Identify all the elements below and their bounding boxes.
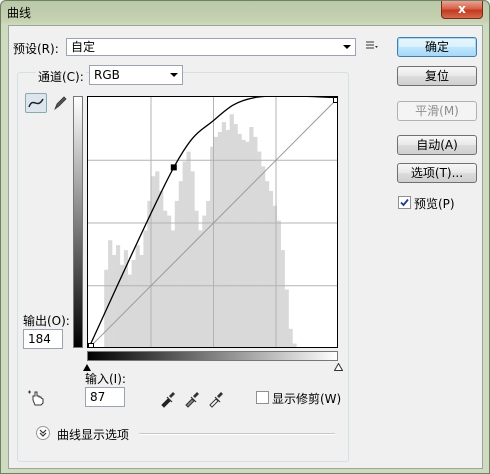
reset-button[interactable]: 复位 (397, 66, 477, 86)
histogram-bar (241, 139, 246, 347)
histogram-bar (229, 114, 234, 347)
white-point-slider[interactable] (334, 363, 343, 371)
histogram-bar (264, 181, 270, 347)
histogram-bar (253, 136, 258, 347)
histogram-bar (217, 131, 223, 347)
histogram-bar (159, 191, 164, 347)
input-value: 87 (90, 390, 106, 404)
histogram-bar (284, 289, 289, 347)
chevron-down-icon (170, 73, 178, 77)
channel-label: 通道(C): (36, 68, 86, 85)
curve-control-point (88, 343, 94, 347)
show-clipping-label: 显示修剪(W) (272, 392, 342, 406)
ok-button[interactable]: 确定 (397, 37, 477, 57)
double-chevron-down-icon (39, 429, 47, 437)
options-button[interactable]: 选项(T)... (397, 163, 477, 183)
gray-eyedropper-icon[interactable] (183, 390, 201, 408)
pencil-tool-button[interactable] (49, 93, 71, 113)
histogram-bar (194, 210, 199, 347)
dialog-body: 预设(R): 自定 确定 复位 平滑(M) 自动(A) 选项(T)... 预览(… (8, 25, 483, 469)
curves-dialog: 曲线 x 预设(R): 自定 确定 复位 平滑(M) 自动(A) 选项(T)..… (0, 0, 490, 474)
histogram-bar (237, 133, 242, 347)
auto-button[interactable]: 自动(A) (397, 135, 477, 155)
close-icon: x (458, 2, 466, 16)
checkmark-icon (400, 198, 409, 207)
histogram-bar (115, 245, 121, 347)
preview-checkbox[interactable] (398, 196, 411, 209)
white-eyedropper-icon[interactable] (207, 390, 225, 408)
title-bar: 曲线 x (1, 1, 489, 23)
histogram-bar (245, 141, 250, 347)
histogram-bar (190, 171, 195, 347)
histogram-bar (178, 181, 183, 347)
close-button[interactable]: x (441, 1, 483, 19)
separator (139, 433, 335, 435)
histogram-bar (182, 161, 187, 347)
curve-options-label: 曲线显示选项 (57, 428, 130, 442)
histogram-bar (202, 215, 207, 347)
curve-control-point (170, 164, 177, 171)
histogram-bar (108, 240, 113, 347)
curve-tool-button[interactable] (25, 93, 47, 113)
histogram-bar (261, 166, 266, 347)
histogram-bar (170, 230, 176, 347)
channel-dropdown[interactable]: RGB (89, 65, 183, 85)
window-title: 曲线 (7, 6, 32, 20)
preset-label: 预设(R): (13, 42, 59, 56)
input-field[interactable]: 87 (85, 387, 125, 407)
histogram-bar (257, 151, 262, 347)
preset-value: 自定 (71, 40, 96, 54)
histogram-bar (198, 230, 203, 347)
output-value: 184 (28, 332, 51, 346)
histogram-bar (112, 254, 117, 347)
output-gradient-bar (73, 96, 83, 348)
histogram-bar (233, 124, 238, 347)
input-label: 输入(I): (85, 372, 126, 386)
curve-icon (28, 98, 44, 108)
histogram-bar (139, 254, 144, 347)
histogram-bar (163, 210, 168, 347)
smooth-button[interactable]: 平滑(M) (397, 101, 477, 121)
curve-chart[interactable] (88, 97, 338, 348)
preview-label: 预览(P) (414, 197, 455, 211)
histogram-bar (280, 250, 285, 347)
input-gradient-bar (87, 351, 338, 361)
preset-dropdown[interactable]: 自定 (66, 38, 356, 56)
black-eyedropper-icon[interactable] (159, 390, 177, 408)
chevron-down-icon (343, 45, 351, 49)
histogram-bar (225, 129, 230, 347)
targeted-adjustment-tool-icon[interactable] (27, 388, 47, 408)
curve-plot-area[interactable] (87, 96, 338, 348)
histogram-bar (292, 343, 297, 347)
histogram-bar (135, 245, 140, 347)
histogram-bar (276, 220, 281, 347)
expand-options-button[interactable] (36, 426, 50, 440)
histogram-bar (213, 136, 219, 347)
histogram-bar (221, 122, 227, 347)
show-clipping-checkbox[interactable] (256, 391, 269, 404)
histogram-bar (151, 176, 156, 347)
channel-value: RGB (94, 68, 120, 82)
preset-options-icon[interactable] (365, 39, 379, 53)
output-field[interactable]: 184 (23, 329, 63, 349)
histogram-bar (288, 328, 293, 347)
histogram-bar (166, 215, 172, 347)
histogram-bar (268, 191, 274, 347)
output-label: 输出(O): (23, 314, 70, 328)
pencil-icon (54, 96, 67, 111)
curve-control-point (333, 97, 337, 103)
